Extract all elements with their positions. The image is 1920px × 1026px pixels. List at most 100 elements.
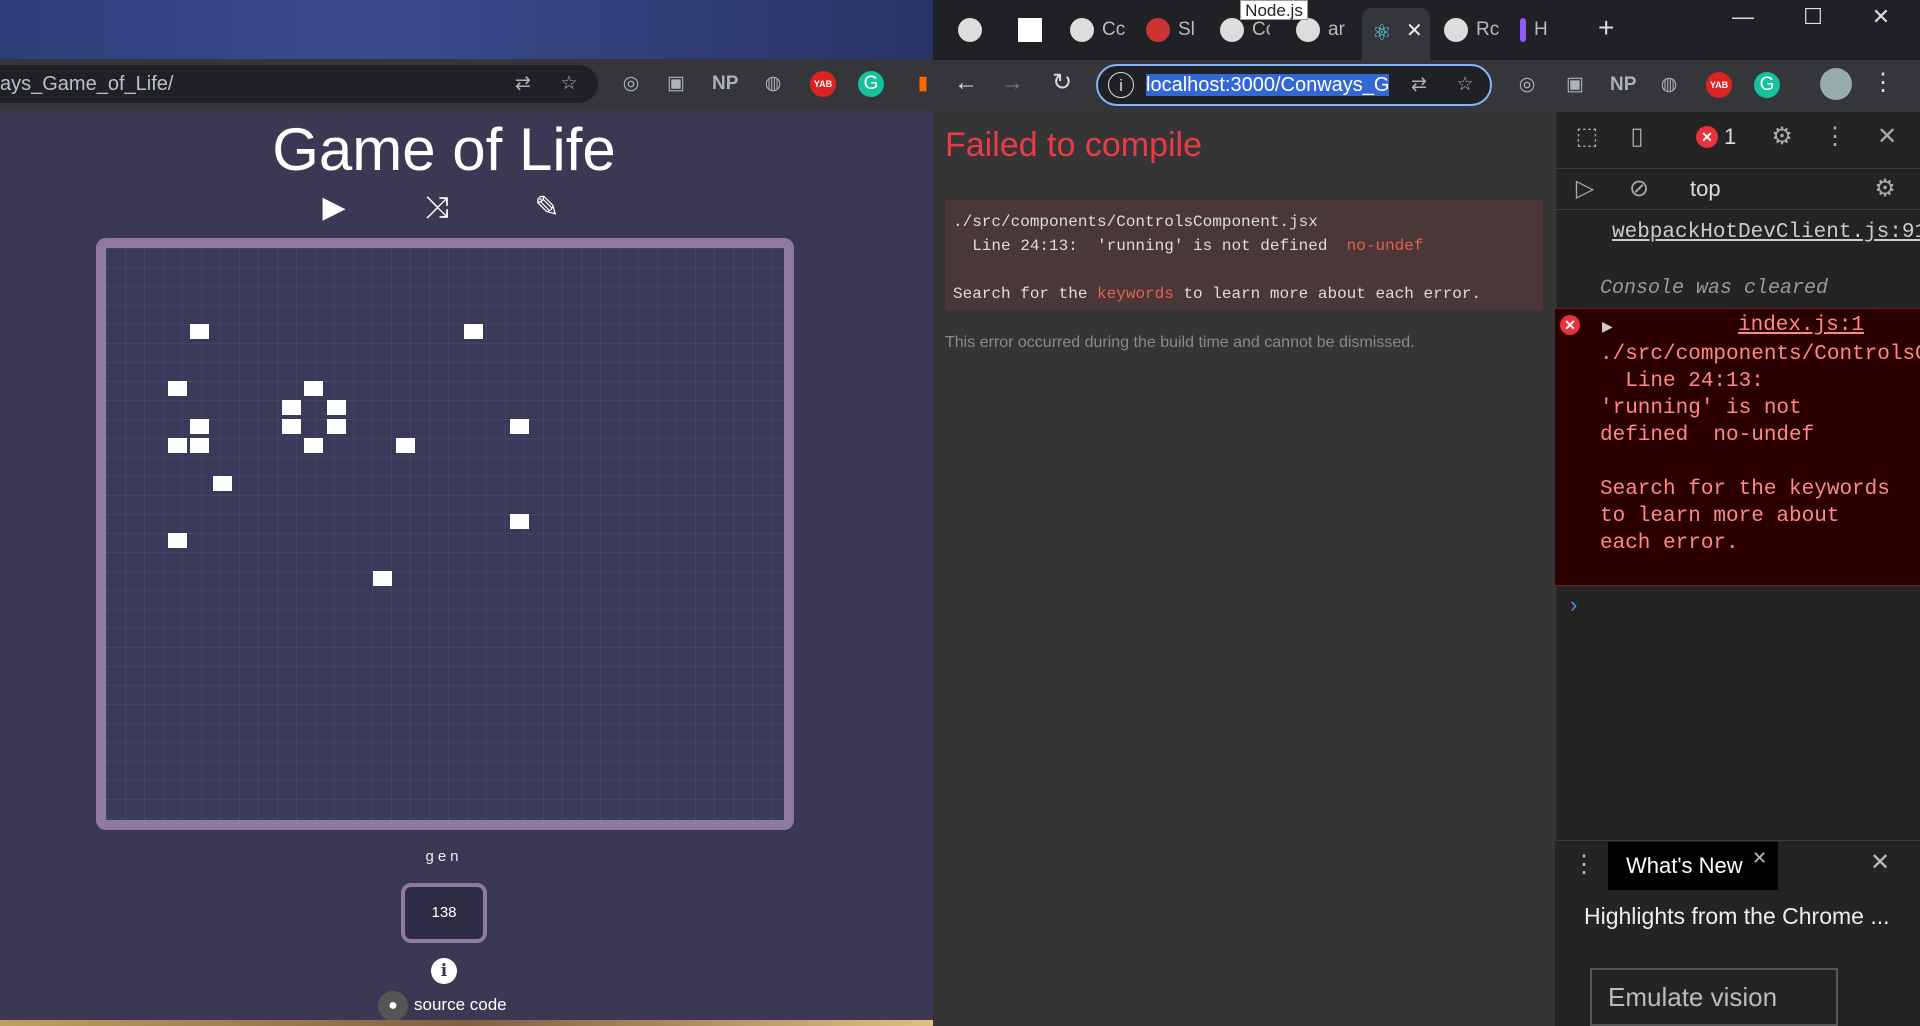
source-link[interactable]: webpackHotDevClient.js:91 bbox=[1612, 220, 1920, 246]
live-cell[interactable] bbox=[190, 419, 210, 434]
maximize-icon[interactable]: ☐ bbox=[1783, 2, 1843, 32]
emulate-vision-card[interactable]: Emulate vision bbox=[1590, 968, 1838, 1026]
tab-slack[interactable]: Sl bbox=[1146, 10, 1198, 50]
tab-active[interactable]: ⚛ ✕ bbox=[1362, 8, 1430, 60]
grammarly-icon[interactable]: G bbox=[1754, 72, 1780, 98]
close-window-icon[interactable]: ✕ bbox=[1851, 2, 1911, 32]
github-icon bbox=[1070, 17, 1094, 42]
keywords-link[interactable]: keywords bbox=[1097, 285, 1174, 303]
shuffle-icon[interactable]: ⤨ bbox=[414, 188, 460, 228]
error-line: Line 24:13: 'running' is not defined bbox=[953, 237, 1347, 255]
drawer-menu-icon[interactable]: ⋮ bbox=[1572, 850, 1596, 879]
play-icon[interactable]: ▶ bbox=[311, 188, 357, 228]
bulb-extension-icon[interactable]: ◎ bbox=[618, 71, 644, 97]
live-cell[interactable] bbox=[395, 438, 415, 453]
yab-extension-icon[interactable]: YAB bbox=[1706, 72, 1732, 98]
tab-github-5[interactable]: Rc bbox=[1444, 10, 1500, 50]
translate-icon[interactable]: ⇄ bbox=[510, 71, 536, 97]
tab-favicon-icon bbox=[1520, 17, 1526, 42]
grammarly-icon[interactable]: G bbox=[858, 71, 884, 97]
reload-icon[interactable]: ↻ bbox=[1049, 70, 1075, 96]
close-devtools-icon[interactable]: ✕ bbox=[1870, 120, 1904, 154]
console-error-text: ./src/components/ControlsComponent.jsx L… bbox=[1600, 343, 1920, 555]
error-search-post: to learn more about each error. bbox=[1173, 285, 1482, 303]
live-cell[interactable] bbox=[190, 438, 210, 453]
tab-github-2[interactable]: Cc bbox=[1070, 10, 1128, 50]
live-cell[interactable] bbox=[327, 400, 347, 415]
minimize-icon[interactable]: — bbox=[1713, 2, 1773, 32]
console-toolbar bbox=[1555, 168, 1920, 210]
url-field[interactable]: localhost:3000/Conways_G bbox=[1096, 64, 1492, 106]
live-cell[interactable] bbox=[464, 324, 483, 339]
expand-triangle-icon[interactable]: ▶ bbox=[1602, 318, 1613, 335]
slack-icon bbox=[1146, 17, 1170, 42]
menu-icon[interactable]: ⋮ bbox=[1870, 70, 1896, 96]
tab-close-icon[interactable]: ✕ bbox=[1406, 18, 1423, 43]
error-details: ./src/components/ControlsComponent.jsx L… bbox=[945, 200, 1543, 310]
live-cell[interactable] bbox=[304, 438, 324, 453]
new-tab-icon[interactable]: + bbox=[1598, 12, 1614, 44]
back-icon[interactable]: ← bbox=[953, 70, 979, 96]
device-toolbar-icon[interactable]: ▯ bbox=[1620, 120, 1654, 154]
generation-counter: 138 bbox=[401, 883, 487, 943]
tab-label: Sl bbox=[1178, 19, 1195, 40]
forward-icon[interactable]: → bbox=[999, 70, 1025, 96]
tab-close-icon[interactable]: ✕ bbox=[1752, 848, 1767, 869]
context-selector[interactable]: top bbox=[1690, 174, 1721, 204]
live-cell[interactable] bbox=[509, 419, 529, 434]
close-drawer-icon[interactable]: ✕ bbox=[1870, 848, 1890, 877]
bulb-extension-icon[interactable]: ◎ bbox=[1514, 72, 1540, 98]
globe-extension-icon[interactable]: ◍ bbox=[760, 71, 786, 97]
highlights-heading: Highlights from the Chrome ... bbox=[1584, 903, 1890, 929]
live-cell[interactable] bbox=[167, 533, 187, 548]
image-extension-icon[interactable]: ▣ bbox=[663, 71, 689, 97]
error-source-link[interactable]: index.js:1 bbox=[1738, 314, 1864, 337]
error-count[interactable]: 1 bbox=[1724, 124, 1736, 150]
info-icon[interactable]: i bbox=[431, 958, 457, 984]
translate-icon[interactable]: ⇄ bbox=[1406, 72, 1432, 98]
game-board[interactable] bbox=[96, 238, 794, 830]
tab-github-1[interactable] bbox=[958, 10, 990, 50]
url-field[interactable]: ays_Game_of_Life/ bbox=[0, 65, 598, 103]
live-cell[interactable] bbox=[167, 438, 187, 453]
live-cell[interactable] bbox=[372, 571, 392, 586]
source-code-label: source code bbox=[414, 995, 507, 1014]
error-count-icon[interactable]: ✕ bbox=[1696, 126, 1718, 148]
globe-extension-icon[interactable]: ◍ bbox=[1656, 72, 1682, 98]
np-extension-icon[interactable]: NP bbox=[712, 71, 738, 97]
site-info-icon[interactable]: i bbox=[1108, 72, 1134, 98]
live-cell[interactable] bbox=[327, 419, 347, 434]
react-icon: ⚛ bbox=[1372, 20, 1392, 45]
more-icon[interactable]: ⋮ bbox=[1818, 120, 1852, 154]
tab-label: Cc bbox=[1252, 19, 1270, 40]
live-cell[interactable] bbox=[281, 400, 301, 415]
github-icon: ● bbox=[378, 990, 408, 1021]
sidebar-toggle-icon[interactable]: ▷ bbox=[1568, 172, 1602, 206]
live-cell[interactable] bbox=[167, 381, 187, 396]
clear-icon[interactable]: ✎ bbox=[524, 188, 570, 228]
console-prompt-icon[interactable]: › bbox=[1570, 592, 1577, 618]
github-icon bbox=[1220, 17, 1244, 42]
live-cell[interactable] bbox=[509, 514, 529, 529]
profile-avatar[interactable] bbox=[1820, 68, 1852, 100]
bookmark-star-icon[interactable]: ☆ bbox=[556, 71, 582, 97]
live-cell[interactable] bbox=[190, 324, 210, 339]
dismiss-note: This error occurred during the build tim… bbox=[945, 334, 1415, 351]
clear-console-icon[interactable]: ⊘ bbox=[1622, 172, 1656, 206]
tab-label: Rc bbox=[1476, 19, 1500, 40]
console-settings-icon[interactable]: ⚙ bbox=[1868, 172, 1902, 206]
source-code-link[interactable]: ● source code bbox=[378, 990, 507, 1021]
yab-extension-icon[interactable]: YAB bbox=[810, 71, 836, 97]
settings-icon[interactable]: ⚙ bbox=[1765, 120, 1799, 154]
error-rule: no-undef bbox=[1346, 237, 1424, 255]
live-cell[interactable] bbox=[213, 476, 233, 491]
image-extension-icon[interactable]: ▣ bbox=[1562, 72, 1588, 98]
tab-h[interactable]: H bbox=[1520, 10, 1564, 50]
bookmark-star-icon[interactable]: ☆ bbox=[1452, 72, 1478, 98]
tab-checker[interactable] bbox=[1018, 10, 1050, 50]
live-cell[interactable] bbox=[281, 419, 301, 434]
desktop-strip bbox=[0, 1020, 933, 1026]
live-cell[interactable] bbox=[304, 381, 324, 396]
inspect-icon[interactable]: ⬚ bbox=[1570, 120, 1604, 154]
np-extension-icon[interactable]: NP bbox=[1610, 72, 1636, 98]
